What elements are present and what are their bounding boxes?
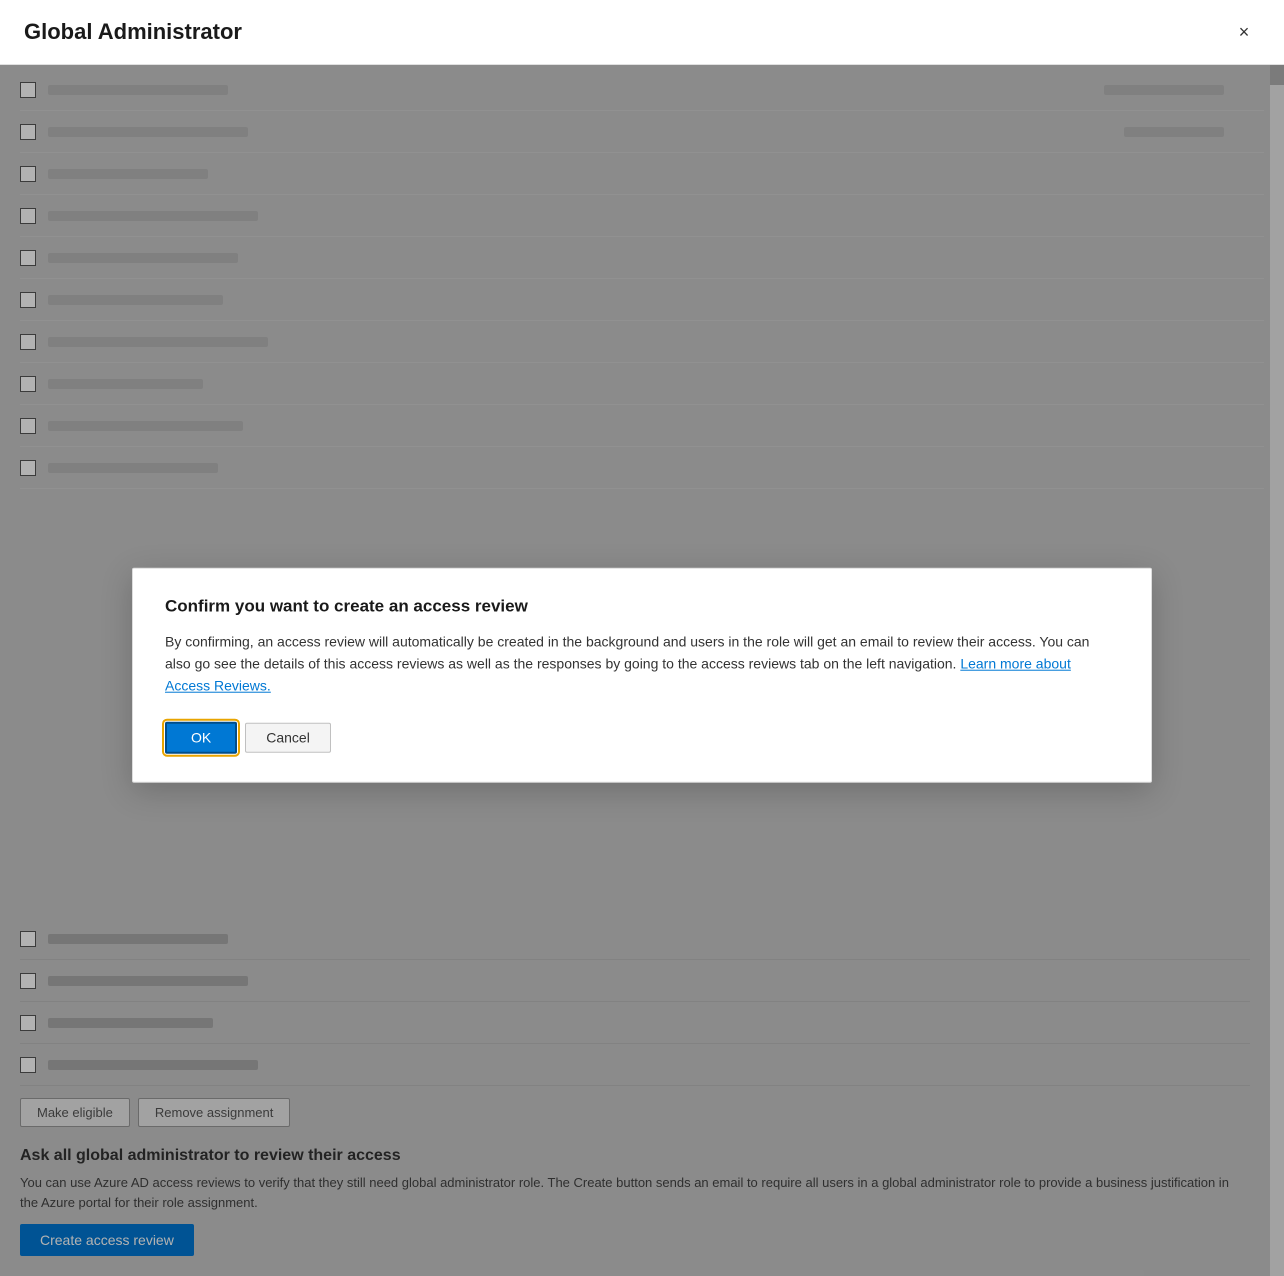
cancel-button[interactable]: Cancel (245, 722, 331, 752)
panel-title: Global Administrator (24, 19, 242, 45)
confirm-dialog: Confirm you want to create an access rev… (132, 567, 1152, 782)
confirm-dialog-title: Confirm you want to create an access rev… (165, 596, 1119, 616)
content-area: Make eligible Remove assignment Ask all … (0, 65, 1284, 1276)
confirm-dialog-body: By confirming, an access review will aut… (165, 630, 1119, 697)
confirm-dialog-actions: OK Cancel (165, 721, 1119, 753)
panel-header: Global Administrator × (0, 0, 1284, 65)
close-button[interactable]: × (1228, 16, 1260, 48)
main-panel: Global Administrator × (0, 0, 1284, 1276)
ok-button[interactable]: OK (165, 721, 237, 753)
